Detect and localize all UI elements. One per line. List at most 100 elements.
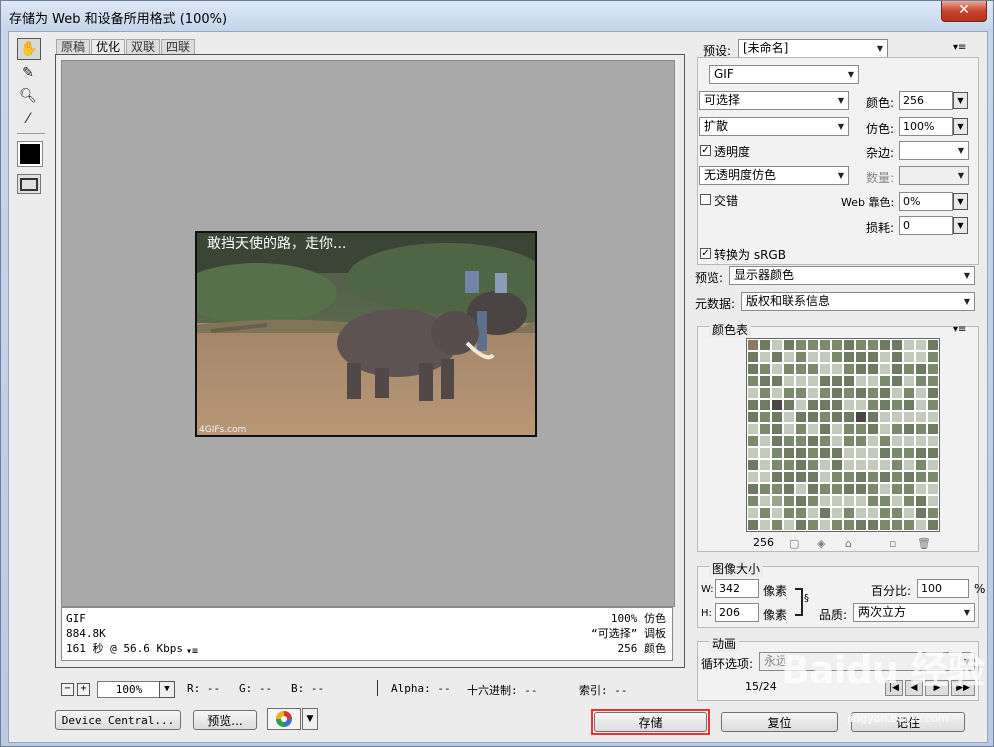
color-swatch[interactable] [747,495,759,507]
device-central-button[interactable]: Device Central... [55,710,181,730]
color-swatch[interactable] [879,351,891,363]
color-swatch[interactable] [903,375,915,387]
color-swatch[interactable] [819,423,831,435]
color-swatch[interactable] [771,399,783,411]
color-swatch[interactable] [867,363,879,375]
color-swatch[interactable] [855,459,867,471]
color-swatch[interactable] [915,387,927,399]
color-table-grid[interactable] [746,338,940,532]
color-swatch[interactable] [783,399,795,411]
color-swatch[interactable] [831,399,843,411]
color-swatch[interactable] [831,351,843,363]
colors-spin-arrow[interactable]: ▼ [953,92,968,109]
color-swatch[interactable] [903,339,915,351]
color-swatch[interactable] [783,375,795,387]
color-swatch[interactable] [879,447,891,459]
tab-4up[interactable]: 四联 [161,39,196,55]
color-swatch[interactable] [819,399,831,411]
color-swatch[interactable] [771,375,783,387]
color-swatch[interactable] [927,459,939,471]
preview-mode-dropdown[interactable]: 显示器颜色 [729,266,975,285]
color-swatch[interactable] [891,507,903,519]
color-swatch[interactable] [891,519,903,531]
color-swatch[interactable] [747,411,759,423]
color-swatch[interactable] [891,387,903,399]
color-swatch[interactable] [771,351,783,363]
color-swatch[interactable] [891,423,903,435]
color-swatch[interactable] [795,387,807,399]
color-swatch[interactable] [807,507,819,519]
color-swatch[interactable] [891,459,903,471]
color-swatch[interactable] [783,435,795,447]
color-swatch[interactable] [807,363,819,375]
color-swatch[interactable] [795,471,807,483]
color-swatch[interactable] [795,375,807,387]
color-swatch[interactable] [831,339,843,351]
convert-srgb-checkbox[interactable]: ✓ [700,248,711,259]
color-swatch[interactable] [879,363,891,375]
color-swatch[interactable] [783,339,795,351]
color-swatch[interactable] [915,459,927,471]
color-swatch[interactable] [807,375,819,387]
color-swatch[interactable] [843,387,855,399]
color-swatch[interactable] [927,471,939,483]
interlaced-checkbox[interactable] [700,194,711,205]
color-swatch[interactable] [915,471,927,483]
color-swatch[interactable] [891,339,903,351]
tab-2up[interactable]: 双联 [126,39,161,55]
color-swatch[interactable] [807,411,819,423]
color-swatch[interactable] [771,495,783,507]
color-swatch[interactable] [807,399,819,411]
color-swatch[interactable] [903,387,915,399]
color-swatch[interactable] [783,387,795,399]
color-swatch[interactable] [843,507,855,519]
color-swatch[interactable] [831,375,843,387]
color-swatch[interactable] [771,483,783,495]
color-swatch[interactable] [915,435,927,447]
color-swatch[interactable] [747,363,759,375]
color-swatch[interactable] [747,351,759,363]
color-swatch[interactable] [915,363,927,375]
color-swatch[interactable] [867,447,879,459]
preview-button[interactable]: 预览... [193,710,257,730]
zoom-dropdown-arrow[interactable]: ▼ [159,681,175,698]
color-swatch[interactable] [855,411,867,423]
width-field[interactable]: 342 [715,579,759,598]
color-swatch[interactable] [795,519,807,531]
color-swatch[interactable] [819,339,831,351]
color-swatch[interactable] [783,423,795,435]
color-swatch[interactable] [807,483,819,495]
websnap-spin-arrow[interactable]: ▼ [953,193,968,210]
color-swatch[interactable] [759,423,771,435]
color-swatch[interactable] [771,459,783,471]
color-swatch[interactable] [915,447,927,459]
color-swatch[interactable] [903,447,915,459]
color-swatch[interactable] [783,471,795,483]
close-button[interactable]: ✕ [941,1,987,22]
color-swatch[interactable] [891,351,903,363]
color-swatch[interactable] [831,519,843,531]
color-swatch[interactable] [927,435,939,447]
preset-menu-icon[interactable]: ▾≡ [953,42,966,53]
color-swatch[interactable] [795,363,807,375]
color-swatch[interactable] [843,375,855,387]
color-swatch[interactable] [915,411,927,423]
height-field[interactable]: 206 [715,603,759,622]
color-swatch[interactable] [915,399,927,411]
color-swatch[interactable] [759,519,771,531]
download-speed-menu-icon[interactable]: ▾≡ [186,646,198,657]
color-swatch[interactable] [903,411,915,423]
color-swatch[interactable] [819,495,831,507]
colors-field[interactable]: 256 [899,91,953,110]
color-swatch[interactable] [855,447,867,459]
color-swatch[interactable] [759,483,771,495]
browser-dropdown-arrow[interactable]: ▼ [302,708,318,730]
color-swatch[interactable] [867,471,879,483]
color-swatch[interactable] [795,459,807,471]
color-swatch[interactable] [747,387,759,399]
color-reduction-dropdown[interactable]: 可选择 [699,91,849,110]
color-swatch[interactable] [891,399,903,411]
color-swatch[interactable] [891,375,903,387]
color-swatch[interactable] [891,495,903,507]
color-swatch[interactable] [843,363,855,375]
